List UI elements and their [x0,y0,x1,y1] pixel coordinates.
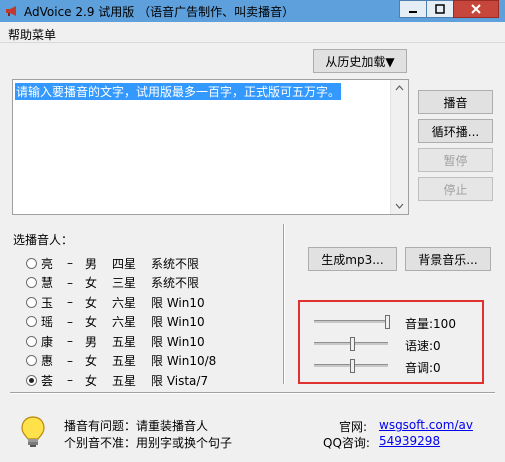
title-bar: AdVoice 2.9 试用版 （语音广告制作、叫卖播音） [0,0,505,22]
voice-separator: – [67,275,73,290]
vertical-divider [283,224,285,384]
voice-limit: 限 Win10/8 [151,354,217,368]
maximize-icon [435,4,445,14]
voice-stars: 五星 [112,334,137,349]
volume-slider-thumb[interactable] [385,315,390,329]
volume-slider[interactable] [314,315,390,329]
qq-link[interactable]: 54939298 [379,434,440,448]
pitch-slider-thumb[interactable] [350,359,355,373]
minimize-icon [409,11,417,13]
speed-label: 语速:0 [405,339,441,353]
voice-option[interactable]: 惠 – 女五星限 Win10/8 [26,353,261,369]
lightbulb-icon [21,416,45,447]
voice-radio[interactable] [26,277,37,288]
scroll-up-icon[interactable] [395,85,404,91]
voice-name: 亮 [41,256,54,271]
voice-gender: 男 [85,256,98,271]
voice-name: 康 [41,334,54,349]
voice-separator: – [67,295,73,309]
voice-limit: 系统不限 [151,276,200,290]
voice-separator: – [67,353,73,368]
voice-limit: 限 Vista/7 [151,373,209,388]
window-title: AdVoice 2.9 试用版 （语音广告制作、叫卖播音） [24,5,295,19]
voice-gender: 女 [85,354,98,368]
website-label: 官网: [339,420,368,434]
voice-option[interactable]: 瑶 – 女六星限 Win10 [26,314,261,330]
voice-option[interactable]: 玉 – 女六星限 Win10 [26,294,261,310]
voice-stars: 五星 [112,373,137,388]
tip-line-2: 个别音不准：用别字或换个句子 [64,436,233,450]
voice-limit: 限 Win10 [151,295,205,310]
load-history-button[interactable]: 从历史加载▼ [313,49,407,73]
voice-radio[interactable] [26,316,37,327]
voice-section-label: 选播音人： [13,233,74,247]
speed-slider[interactable] [314,337,388,351]
pitch-slider[interactable] [314,359,388,373]
voice-stars: 五星 [112,354,137,368]
voice-gender: 男 [85,334,98,349]
voice-name: 荟 [41,373,54,388]
stop-button[interactable]: 停止 [418,177,493,201]
tip-line-1: 播音有问题：请重装播音人 [64,419,209,433]
voice-separator: – [67,373,73,387]
generate-mp3-button[interactable]: 生成mp3... [308,247,397,271]
horizontal-divider [10,392,495,394]
voice-separator: – [67,256,73,270]
voice-stars: 六星 [112,315,137,329]
voice-radio[interactable] [26,335,37,347]
voice-separator: – [67,314,73,329]
voice-radio[interactable] [26,257,37,269]
voice-limit: 限 Win10 [151,315,205,329]
loop-play-button[interactable]: 循环播... [418,119,493,143]
voice-option[interactable]: 康 – 男五星限 Win10 [26,333,261,349]
voice-option[interactable]: 慧 – 女三星 系统不限 [26,275,261,291]
voice-limit: 系统不限 [151,256,200,271]
close-button[interactable] [453,0,499,18]
speed-slider-thumb[interactable] [350,337,355,351]
megaphone-icon [6,6,16,16]
minimize-button[interactable] [399,0,427,18]
voice-gender: 女 [85,373,98,388]
voice-name: 惠 [41,354,54,368]
voice-radio[interactable] [26,355,37,366]
voice-gender: 女 [85,295,98,310]
scroll-down-icon[interactable] [395,203,404,209]
speech-text-input[interactable]: 请输入要播音的文字，试用版最多一百字，正式版可五万字。 [12,79,409,215]
voice-stars: 四星 [112,256,137,271]
pitch-label: 音调:0 [405,361,441,375]
vertical-scrollbar[interactable] [390,80,408,214]
voice-gender: 女 [85,276,98,290]
menu-help[interactable]: 帮助菜单 [8,26,56,43]
voice-option[interactable]: 亮 – 男四星 系统不限 [26,255,261,271]
close-icon [471,4,481,14]
voice-option[interactable]: 荟 – 女五星限 Vista/7 [26,372,261,388]
pause-button[interactable]: 暂停 [418,148,493,172]
speech-text-value: 请输入要播音的文字，试用版最多一百字，正式版可五万字。 [15,83,342,100]
voice-name: 玉 [41,295,54,310]
background-music-button[interactable]: 背景音乐... [405,247,491,271]
menu-bar: 帮助菜单 [0,22,505,43]
website-link[interactable]: wsgsoft.com/av [379,418,473,432]
play-button[interactable]: 播音 [418,90,493,114]
voice-stars: 三星 [112,276,137,290]
voice-name: 瑶 [41,315,54,329]
voice-name: 慧 [41,276,54,290]
voice-stars: 六星 [112,295,137,310]
voice-separator: – [67,334,73,348]
voice-settings-panel: 音量:100 语速:0 音调:0 [298,300,484,384]
maximize-button[interactable] [426,0,454,18]
voice-limit: 限 Win10 [151,334,205,349]
volume-label: 音量:100 [405,317,456,331]
voice-radio[interactable] [26,374,37,386]
qq-label: QQ咨询: [323,436,370,450]
voice-radio[interactable] [26,296,37,308]
voice-gender: 女 [85,315,98,329]
